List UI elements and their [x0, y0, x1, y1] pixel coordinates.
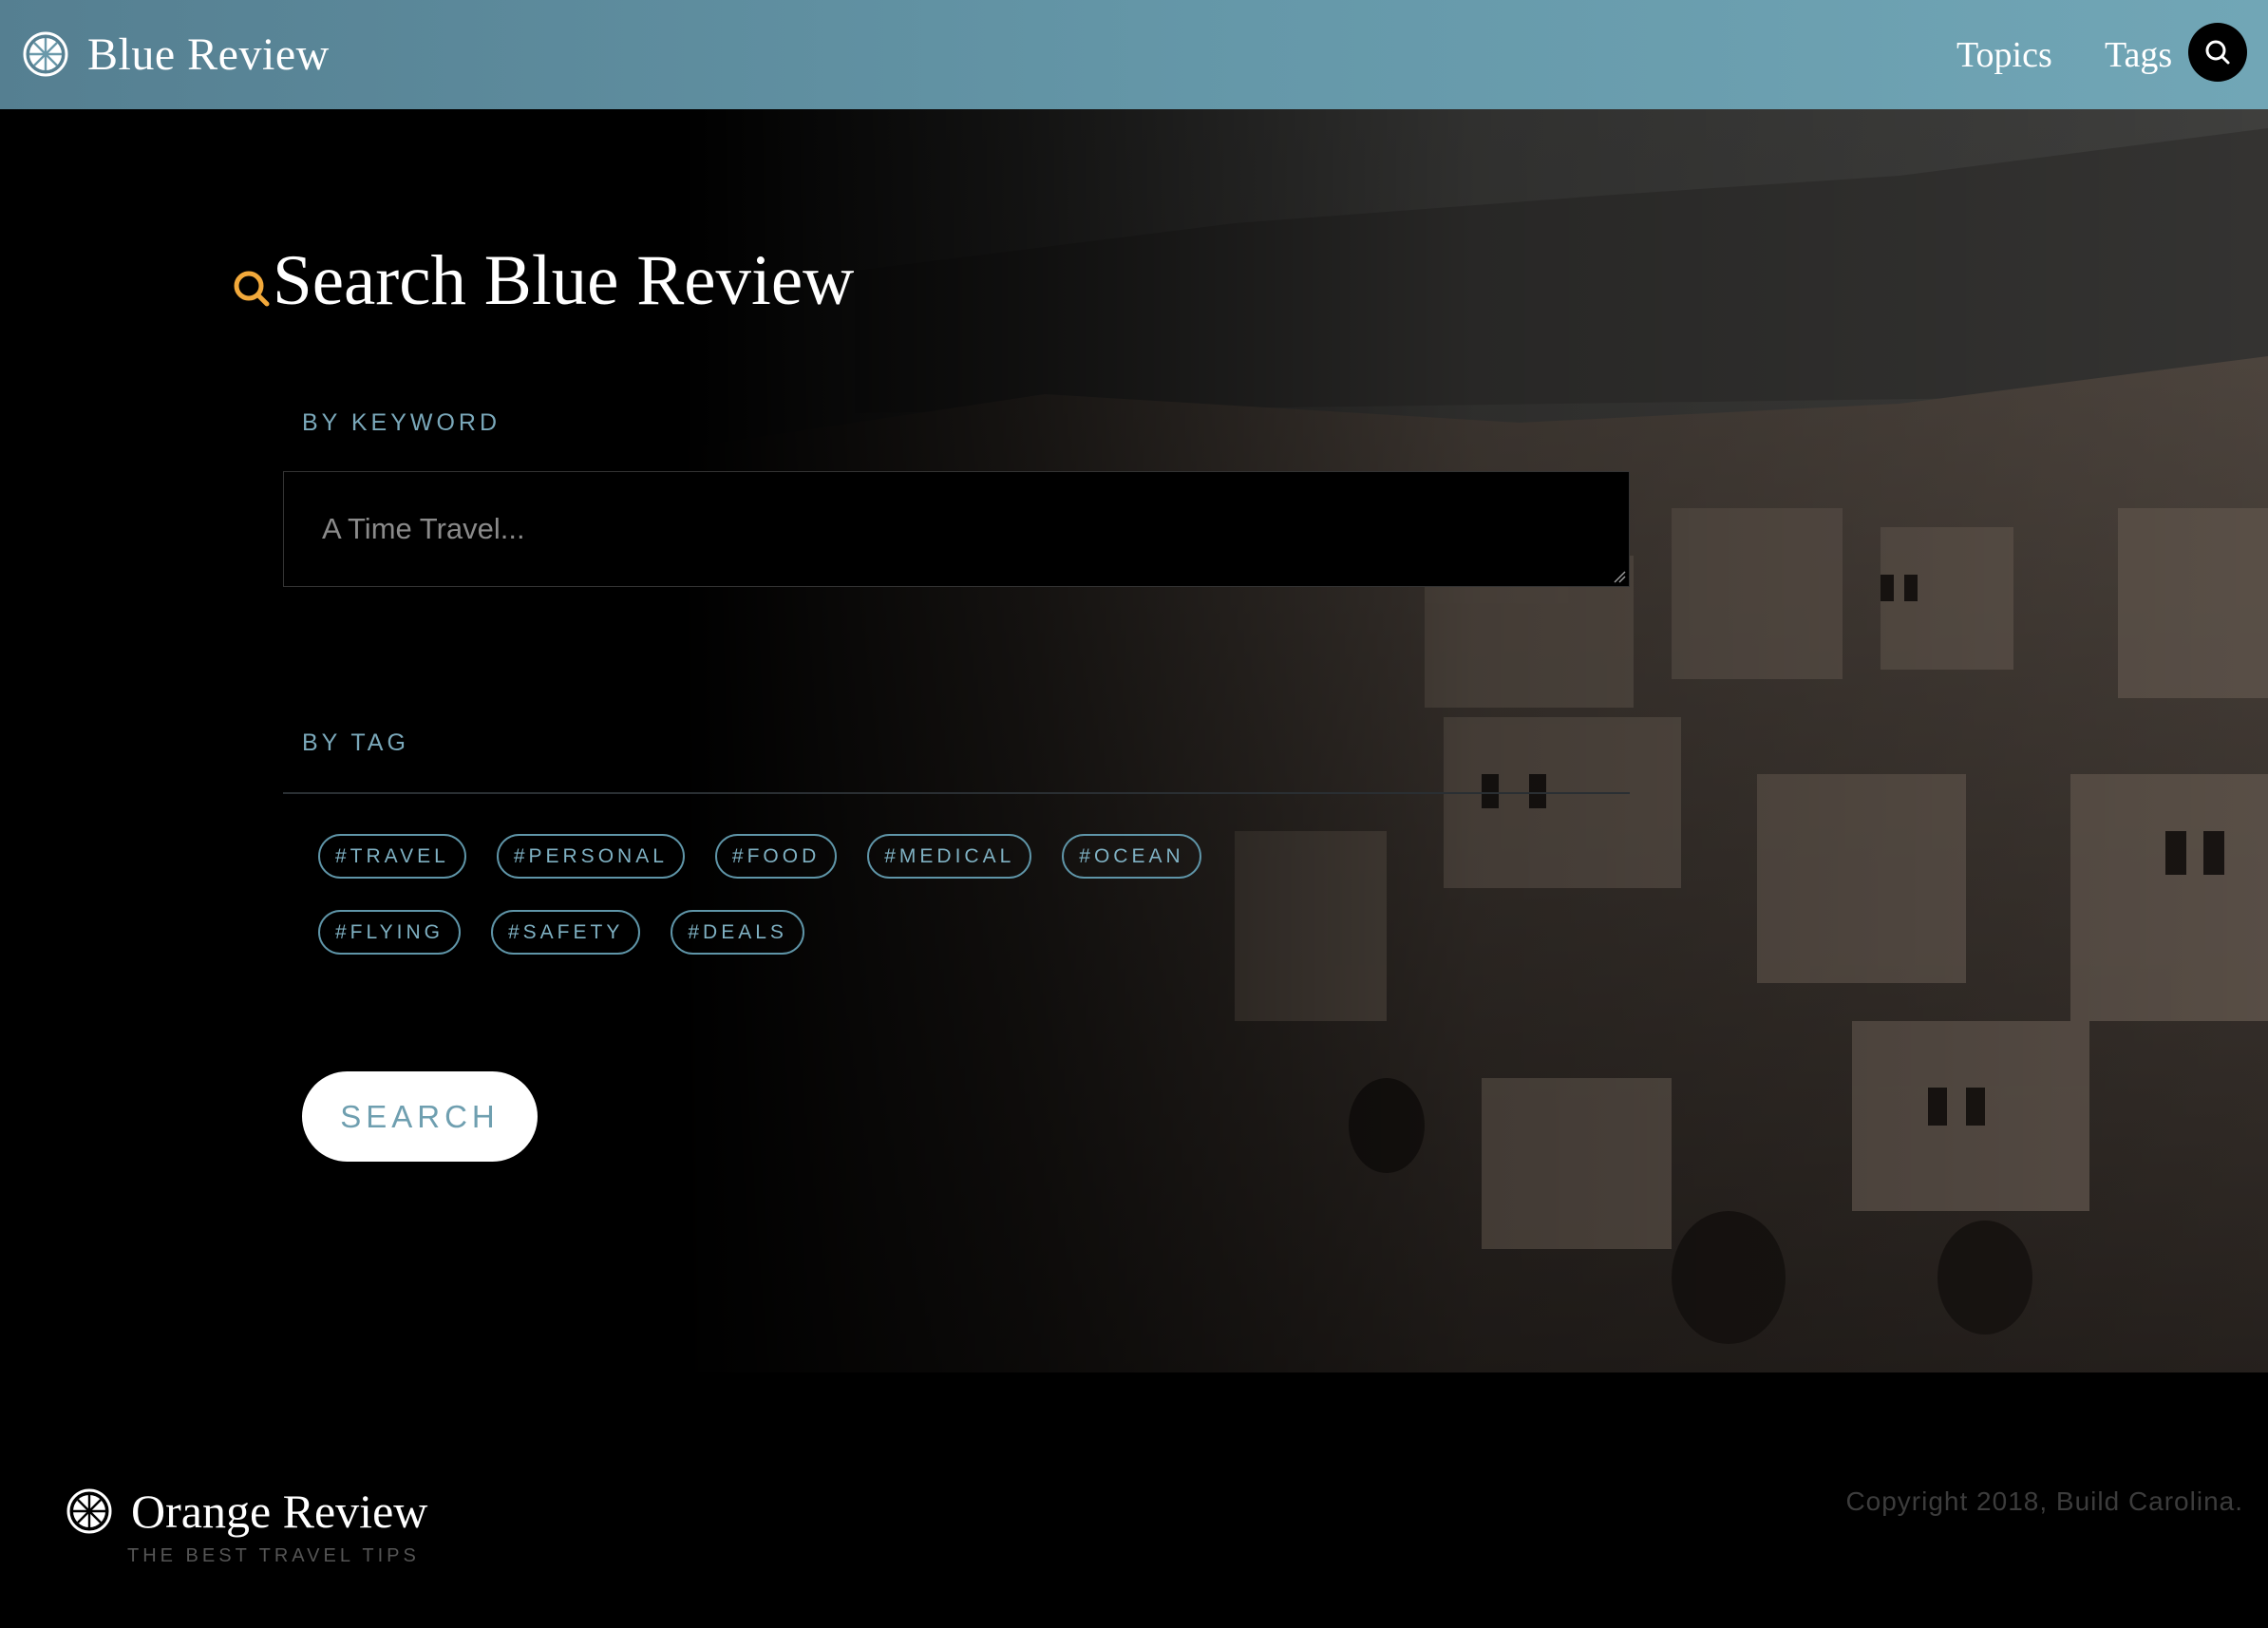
- page-title: Search Blue Review: [231, 240, 854, 322]
- citrus-wheel-icon: [23, 31, 68, 77]
- resize-handle-icon[interactable]: [1613, 570, 1626, 583]
- brand-name: Blue Review: [87, 28, 330, 80]
- keyword-label: BY KEYWORD: [302, 409, 501, 436]
- page-title-text: Search Blue Review: [273, 241, 855, 320]
- tag-row: #TRAVEL #PERSONAL #FOOD #MEDICAL #OCEAN: [318, 834, 1268, 879]
- footer-brand-link[interactable]: Orange Review: [66, 1484, 427, 1539]
- tag-label: BY TAG: [302, 729, 409, 756]
- tag-row: #FLYING #SAFETY #DEALS: [318, 910, 1268, 955]
- tag-travel[interactable]: #TRAVEL: [318, 834, 466, 879]
- search-button[interactable]: SEARCH: [302, 1071, 538, 1162]
- site-footer: Orange Review THE BEST TRAVEL TIPS Copyr…: [0, 1372, 2268, 1628]
- tag-deals[interactable]: #DEALS: [671, 910, 804, 955]
- citrus-wheel-icon: [66, 1488, 112, 1534]
- tag-medical[interactable]: #MEDICAL: [867, 834, 1032, 879]
- nav-topics-link[interactable]: Topics: [1956, 34, 2052, 76]
- nav-tags-link[interactable]: Tags: [2105, 34, 2172, 76]
- footer-brand-name: Orange Review: [131, 1485, 428, 1538]
- tag-flying[interactable]: #FLYING: [318, 910, 461, 955]
- search-hero: Search Blue Review BY KEYWORD A Time Tra…: [0, 109, 2268, 1372]
- tag-personal[interactable]: #PERSONAL: [496, 834, 685, 879]
- tag-divider: [283, 792, 1630, 794]
- header-search-button[interactable]: [2188, 23, 2247, 82]
- search-icon: [234, 271, 270, 307]
- site-header: Blue Review Topics Tags: [0, 0, 2268, 109]
- tag-food[interactable]: #FOOD: [714, 834, 838, 879]
- search-icon: [2205, 40, 2230, 65]
- footer-tagline: THE BEST TRAVEL TIPS: [127, 1545, 420, 1566]
- keyword-input[interactable]: A Time Travel...: [283, 471, 1630, 587]
- keyword-placeholder: A Time Travel...: [322, 512, 525, 545]
- tag-list: #TRAVEL #PERSONAL #FOOD #MEDICAL #OCEAN …: [318, 834, 1268, 986]
- tag-safety[interactable]: #SAFETY: [490, 910, 641, 955]
- tag-ocean[interactable]: #OCEAN: [1062, 834, 1201, 879]
- brand-home-link[interactable]: Blue Review: [23, 23, 330, 85]
- copyright-text: Copyright 2018, Build Carolina.: [1845, 1486, 2243, 1516]
